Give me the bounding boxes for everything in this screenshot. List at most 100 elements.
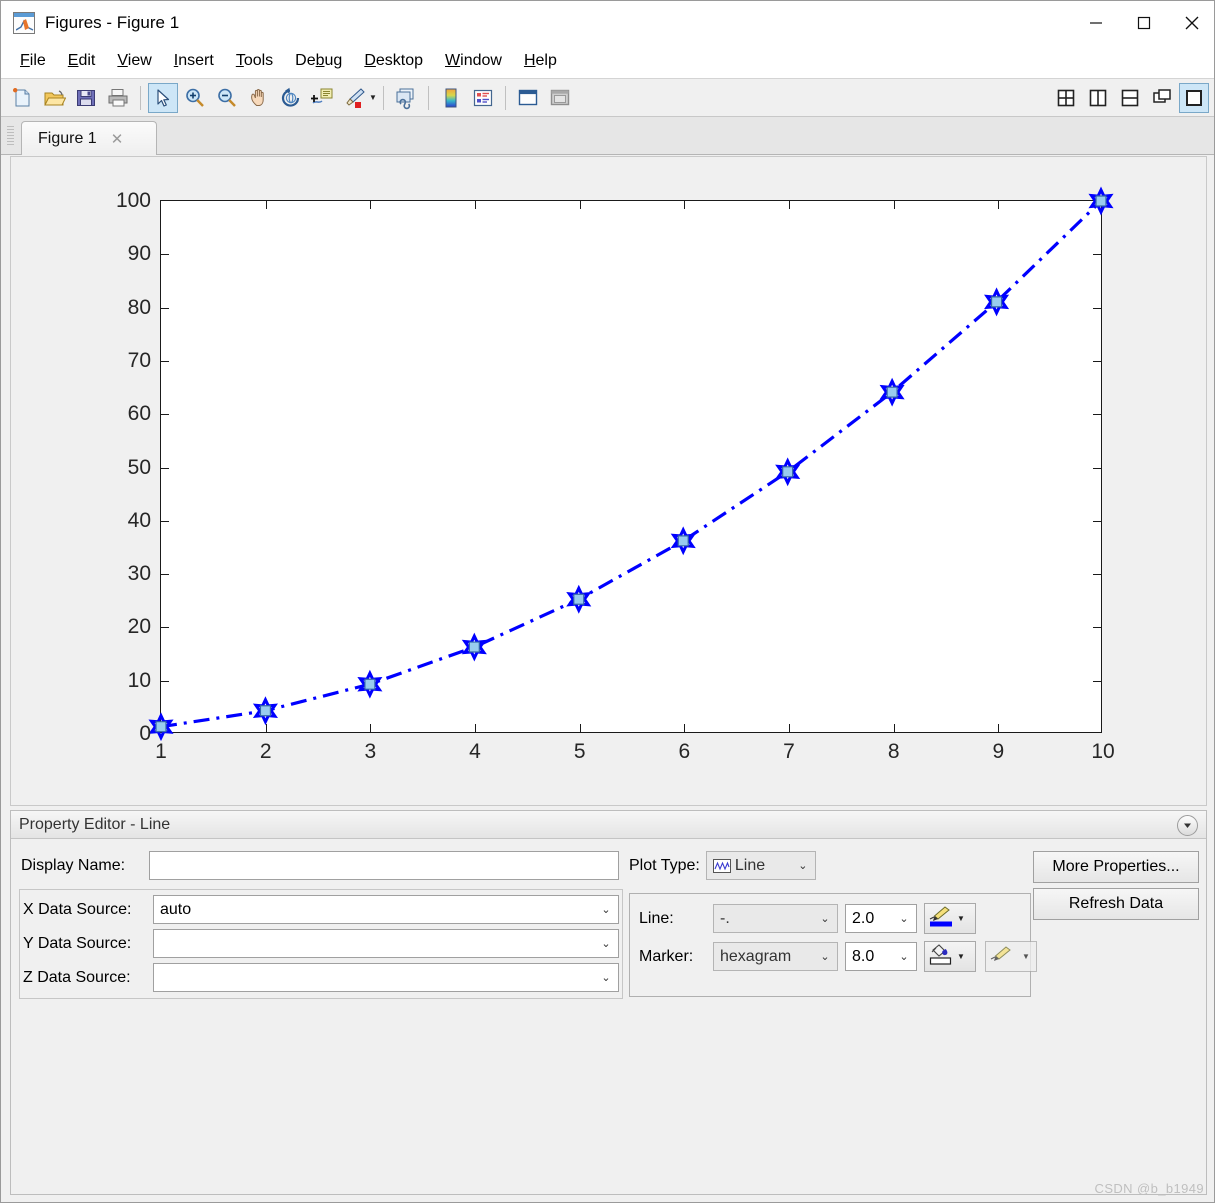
display-name-input[interactable] <box>149 851 619 880</box>
save-figure-icon[interactable] <box>71 83 101 113</box>
line-style-value: -. <box>720 909 730 927</box>
menu-debug[interactable]: Debug <box>284 50 353 72</box>
brush-dropdown-icon[interactable]: ▼ <box>369 93 377 102</box>
marker-face-color-button[interactable]: ▼ <box>924 941 976 972</box>
selection-handle[interactable] <box>783 467 793 477</box>
menu-file[interactable]: File <box>9 50 57 72</box>
brush-icon[interactable] <box>340 83 370 113</box>
series-line[interactable] <box>161 201 1101 727</box>
edit-plot-arrow-icon[interactable] <box>148 82 178 113</box>
chevron-down-icon[interactable]: ▼ <box>957 914 965 923</box>
display-name-row: Display Name: <box>21 851 621 880</box>
pan-icon[interactable] <box>244 83 274 113</box>
data-point-marker[interactable] <box>256 700 275 722</box>
plot-type-combo[interactable]: Line ⌄ <box>705 851 816 880</box>
collapse-panel-icon[interactable] <box>1177 815 1198 836</box>
data-point-marker[interactable] <box>360 673 379 695</box>
selection-handle[interactable] <box>365 679 375 689</box>
data-point-marker[interactable] <box>674 530 693 552</box>
data-point-marker[interactable] <box>1091 190 1110 212</box>
tile-horizontal-icon[interactable] <box>1115 83 1145 113</box>
menu-edit[interactable]: Edit <box>57 50 107 72</box>
selection-handle[interactable] <box>156 722 166 732</box>
data-point-marker[interactable] <box>465 636 484 658</box>
matlab-figures-window: Figures - Figure 1 File Edit View Insert… <box>0 0 1215 1203</box>
menu-bar: File Edit View Insert Tools Debug Deskto… <box>1 44 1214 113</box>
y-tick-label: 90 <box>127 242 151 266</box>
data-point-marker[interactable] <box>778 461 797 483</box>
open-file-icon[interactable] <box>39 83 69 113</box>
hide-plot-tools-icon[interactable] <box>513 83 543 113</box>
menu-view[interactable]: View <box>106 50 162 72</box>
link-data-icon[interactable] <box>391 83 421 113</box>
data-point-marker[interactable] <box>569 588 588 610</box>
data-point-marker[interactable] <box>151 716 170 738</box>
x-data-source-combo[interactable]: auto ⌄ <box>153 895 619 924</box>
data-cursor-icon[interactable] <box>308 83 338 113</box>
y-tick <box>1093 307 1101 309</box>
line-plot-icon <box>712 858 731 873</box>
property-editor-panel: Property Editor - Line Display Name: X D… <box>10 810 1207 1195</box>
tab-grip-handle[interactable] <box>7 126 14 146</box>
refresh-data-button[interactable]: Refresh Data <box>1033 888 1199 920</box>
cascade-icon[interactable] <box>1147 83 1177 113</box>
print-figure-icon[interactable] <box>103 83 133 113</box>
tab-figure-1[interactable]: Figure 1 ✕ <box>21 121 157 155</box>
marker-label: Marker: <box>639 947 694 965</box>
menu-insert[interactable]: Insert <box>163 50 225 72</box>
plot-axes[interactable]: 0 10 20 30 40 50 60 70 80 90 100 1 2 3 4 5 6 7 8 9 10 <box>116 200 1115 763</box>
x-tick-label: 1 <box>155 740 167 763</box>
single-pane-icon[interactable] <box>1179 82 1209 113</box>
line-width-combo[interactable]: 2.0 ⌄ <box>845 904 917 933</box>
selection-handle[interactable] <box>887 387 897 397</box>
menu-desktop[interactable]: Desktop <box>353 50 434 72</box>
x-tick-label: 5 <box>573 740 586 763</box>
x-tick <box>475 201 476 209</box>
y-data-source-combo[interactable]: ⌄ <box>153 929 619 958</box>
menu-window[interactable]: Window <box>434 50 513 72</box>
y-tick <box>161 574 169 576</box>
line-color-button[interactable]: ▼ <box>924 903 976 934</box>
maximize-icon[interactable] <box>1120 1 1168 44</box>
close-tab-icon[interactable]: ✕ <box>111 130 124 148</box>
selection-handle[interactable] <box>574 594 584 604</box>
selection-handle[interactable] <box>469 642 479 652</box>
zoom-out-icon[interactable] <box>212 83 242 113</box>
selection-handle[interactable] <box>1096 196 1106 206</box>
marker-shape-combo[interactable]: hexagram ⌄ <box>713 942 838 971</box>
y-tick <box>1093 254 1101 256</box>
property-editor-title: Property Editor - Line <box>19 815 171 833</box>
minimize-icon[interactable] <box>1072 1 1120 44</box>
marker-edge-color-button[interactable]: ▼ <box>985 941 1037 972</box>
menu-tools[interactable]: Tools <box>225 50 284 72</box>
more-properties-button[interactable]: More Properties... <box>1033 851 1199 883</box>
y-tick-label: 10 <box>127 668 151 692</box>
line-style-combo[interactable]: -. ⌄ <box>713 904 838 933</box>
chevron-down-icon[interactable]: ▼ <box>1022 952 1030 961</box>
new-figure-icon[interactable] <box>7 83 37 113</box>
selection-handle[interactable] <box>992 297 1002 307</box>
x-data-source-label: X Data Source: <box>23 900 132 918</box>
plot-type-value: Line <box>734 856 766 874</box>
x-tick-label: 10 <box>1091 740 1115 763</box>
rotate-3d-icon[interactable] <box>276 83 306 113</box>
marker-edge-pencil-icon <box>989 942 1015 971</box>
legend-icon[interactable] <box>468 83 498 113</box>
show-plot-tools-icon[interactable] <box>545 83 575 113</box>
display-name-label: Display Name: <box>21 856 126 874</box>
y-tick <box>161 360 169 362</box>
menu-help[interactable]: Help <box>513 50 568 72</box>
colorbar-icon[interactable] <box>436 83 466 113</box>
selection-handle[interactable] <box>678 536 688 546</box>
x-tick <box>893 201 895 209</box>
close-icon[interactable] <box>1168 1 1214 44</box>
chevron-down-icon[interactable]: ▼ <box>957 952 965 961</box>
y-tick <box>1093 520 1101 522</box>
y-tick <box>1093 360 1101 362</box>
z-data-source-combo[interactable]: ⌄ <box>153 963 619 992</box>
tile-vertical-icon[interactable] <box>1083 83 1113 113</box>
tile-grid-icon[interactable] <box>1051 83 1081 113</box>
marker-size-combo[interactable]: 8.0 ⌄ <box>845 942 917 971</box>
selection-handle[interactable] <box>260 706 270 716</box>
zoom-in-icon[interactable] <box>180 83 210 113</box>
